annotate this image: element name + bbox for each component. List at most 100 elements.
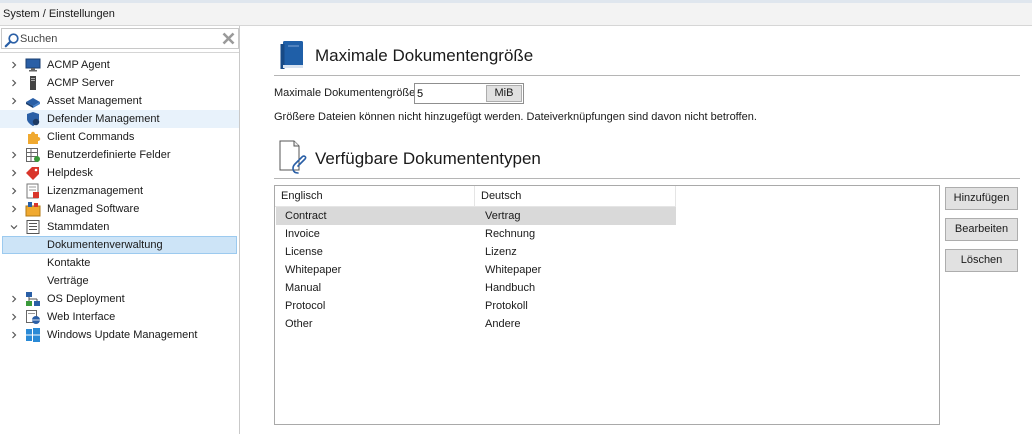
delete-button[interactable]: Löschen bbox=[945, 249, 1018, 272]
tree-item-stammdaten[interactable]: Stammdaten bbox=[0, 218, 239, 236]
document-clip-icon bbox=[279, 140, 307, 174]
list-icon bbox=[26, 220, 40, 234]
cell-englisch: Invoice bbox=[285, 228, 320, 240]
cell-deutsch: Whitepaper bbox=[485, 264, 542, 276]
table-row[interactable]: License Lizenz bbox=[276, 243, 676, 261]
network-icon bbox=[26, 292, 40, 306]
table-row[interactable]: Protocol Protokoll bbox=[276, 297, 676, 315]
settings-tree: ACMP Agent ACMP Server Asset Management Def… bbox=[0, 56, 239, 344]
chevron-right-icon[interactable] bbox=[10, 151, 18, 159]
cell-deutsch: Andere bbox=[485, 318, 521, 330]
tree-item-helpdesk[interactable]: Helpdesk bbox=[0, 164, 239, 182]
add-button[interactable]: Hinzufügen bbox=[945, 187, 1018, 210]
tree-item-lizenzmanagement[interactable]: Lizenzmanagement bbox=[0, 182, 239, 200]
tree-item-os-deployment[interactable]: OS Deployment bbox=[0, 290, 239, 308]
cell-deutsch: Lizenz bbox=[485, 246, 517, 258]
windows-icon bbox=[26, 328, 40, 342]
size-info-text: Größere Dateien können nicht hinzugefügt… bbox=[274, 111, 757, 123]
table-row[interactable]: Invoice Rechnung bbox=[276, 225, 676, 243]
search-input[interactable] bbox=[20, 30, 220, 47]
title-bar: System / Einstellungen bbox=[0, 0, 1032, 26]
table-row[interactable]: Manual Handbuch bbox=[276, 279, 676, 297]
column-header-englisch[interactable]: Englisch bbox=[275, 186, 475, 207]
tree-item-acmp-agent[interactable]: ACMP Agent bbox=[0, 56, 239, 74]
max-size-label: Maximale Dokumentengröße bbox=[274, 87, 416, 99]
license-icon bbox=[26, 183, 39, 199]
chevron-right-icon[interactable] bbox=[10, 331, 18, 339]
tree-item-verträge[interactable]: Verträge bbox=[0, 272, 239, 290]
table-row[interactable]: Other Andere bbox=[276, 315, 676, 333]
tree-item-acmp-server[interactable]: ACMP Server bbox=[0, 74, 239, 92]
edit-button[interactable]: Bearbeiten bbox=[945, 218, 1018, 241]
tree-item-label: OS Deployment bbox=[47, 293, 125, 305]
tree-item-label: Verträge bbox=[47, 275, 89, 287]
asset-icon bbox=[26, 98, 40, 108]
tree-item-label: Windows Update Management bbox=[47, 329, 198, 341]
tree-item-managed-software[interactable]: Managed Software bbox=[0, 200, 239, 218]
tree-item-asset-management[interactable]: Asset Management bbox=[0, 92, 239, 110]
cell-englisch: Other bbox=[285, 318, 313, 330]
table-row[interactable]: Whitepaper Whitepaper bbox=[276, 261, 676, 279]
size-section-title: Maximale Dokumentengröße bbox=[315, 46, 534, 65]
cell-englisch: Contract bbox=[285, 210, 327, 222]
tree-item-kontakte[interactable]: Kontakte bbox=[0, 254, 239, 272]
chevron-right-icon[interactable] bbox=[10, 187, 18, 195]
cell-deutsch: Handbuch bbox=[485, 282, 536, 294]
chevron-right-icon[interactable] bbox=[10, 61, 18, 69]
puzzle-icon bbox=[28, 131, 41, 144]
column-header-deutsch[interactable]: Deutsch bbox=[475, 186, 676, 207]
table-rows: Contract Vertrag Invoice Rechnung License Liz… bbox=[276, 207, 676, 333]
cell-deutsch: Vertrag bbox=[485, 210, 521, 222]
tag-icon bbox=[26, 167, 39, 180]
tree-item-client-commands[interactable]: Client Commands bbox=[0, 128, 239, 146]
monitor-icon bbox=[25, 58, 41, 72]
types-section-divider bbox=[274, 178, 1020, 179]
search-icon bbox=[4, 33, 19, 48]
chevron-right-icon[interactable] bbox=[10, 295, 18, 303]
chevron-right-icon[interactable] bbox=[10, 313, 18, 321]
table-row[interactable]: Contract Vertrag bbox=[276, 207, 676, 225]
tree-item-label: Helpdesk bbox=[47, 167, 93, 179]
tree-item-label: Kontakte bbox=[47, 257, 91, 269]
tree-item-windows-update-management[interactable]: Windows Update Management bbox=[0, 326, 239, 344]
tree-item-label: Dokumentenverwaltung bbox=[47, 239, 163, 251]
tree-item-label: Benutzerdefinierte Felder bbox=[47, 149, 171, 161]
chevron-right-icon[interactable] bbox=[10, 97, 18, 105]
tree-item-label: Managed Software bbox=[47, 203, 140, 215]
tree-item-benutzerdefinierte-felder[interactable]: Benutzerdefinierte Felder bbox=[0, 146, 239, 164]
tree-item-label: ACMP Agent bbox=[47, 59, 110, 71]
settings-sidebar: ACMP Agent ACMP Server Asset Management Def… bbox=[0, 26, 240, 434]
types-section-title: Verfügbare Dokumententypen bbox=[315, 149, 541, 168]
server-icon bbox=[30, 76, 36, 90]
chevron-right-icon[interactable] bbox=[10, 169, 18, 177]
main-panel: Maximale Dokumentengröße Maximale Dokume… bbox=[241, 26, 1032, 434]
tree-item-label: Lizenzmanagement bbox=[47, 185, 144, 197]
package-icon bbox=[25, 202, 41, 217]
tree-item-web-interface[interactable]: Web Interface bbox=[0, 308, 239, 326]
breadcrumb: System / Einstellungen bbox=[3, 8, 115, 20]
max-size-input[interactable] bbox=[417, 86, 483, 101]
chevron-down-icon[interactable] bbox=[10, 223, 18, 231]
clear-search-icon[interactable] bbox=[221, 31, 236, 46]
size-section-divider bbox=[274, 75, 1020, 76]
tree-item-label: Asset Management bbox=[47, 95, 142, 107]
tree-item-label: ACMP Server bbox=[47, 77, 115, 89]
table-header: Englisch Deutsch bbox=[275, 186, 676, 207]
tree-item-dokumentenverwaltung[interactable]: Dokumentenverwaltung bbox=[2, 236, 237, 254]
cell-englisch: Protocol bbox=[285, 300, 326, 312]
max-size-field: MiB bbox=[414, 83, 524, 104]
tree-item-defender-management[interactable]: Defender Management bbox=[0, 110, 239, 128]
cell-deutsch: Protokoll bbox=[485, 300, 528, 312]
cell-englisch: License bbox=[285, 246, 323, 258]
search-box bbox=[1, 28, 239, 49]
book-icon bbox=[280, 41, 303, 69]
chevron-right-icon[interactable] bbox=[10, 79, 18, 87]
tree-item-label: Web Interface bbox=[47, 311, 116, 323]
cell-englisch: Whitepaper bbox=[285, 264, 342, 276]
document-types-table: Englisch Deutsch Contract Vertrag Invoice R… bbox=[274, 185, 940, 425]
tree-divider bbox=[0, 52, 239, 53]
shield-icon bbox=[27, 112, 40, 126]
tree-item-label: Defender Management bbox=[47, 113, 160, 125]
unit-select-button[interactable]: MiB bbox=[486, 85, 522, 102]
chevron-right-icon[interactable] bbox=[10, 205, 18, 213]
